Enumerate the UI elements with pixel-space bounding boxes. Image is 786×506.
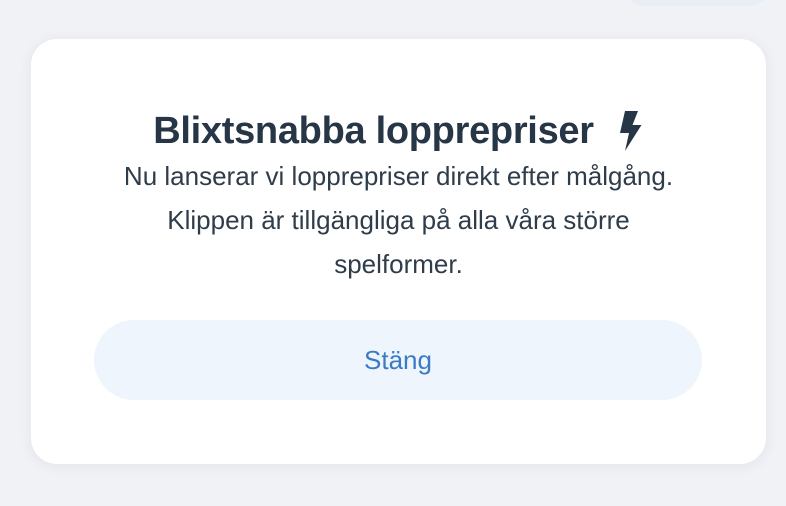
close-button[interactable]: Stäng xyxy=(94,320,702,400)
modal-title: Blixtsnabba lopprepriser xyxy=(153,109,594,152)
lightning-bolt-icon xyxy=(616,109,644,153)
message-line-3: spelformer. xyxy=(334,249,463,279)
page: { "modal": { "title": "Blixtsnabba loppr… xyxy=(0,0,786,506)
modal-header: Blixtsnabba lopprepriser xyxy=(31,109,766,153)
background-pill xyxy=(622,0,772,6)
message-line-1: Nu lanserar vi lopprepriser direkt efter… xyxy=(123,161,674,191)
info-modal: Blixtsnabba lopprepriser Nu lanserar vi … xyxy=(31,39,766,464)
modal-message: Nu lanserar vi lopprepriser direkt efter… xyxy=(93,154,704,286)
message-line-2: Klippen är tillgängliga på alla våra stö… xyxy=(167,205,630,235)
